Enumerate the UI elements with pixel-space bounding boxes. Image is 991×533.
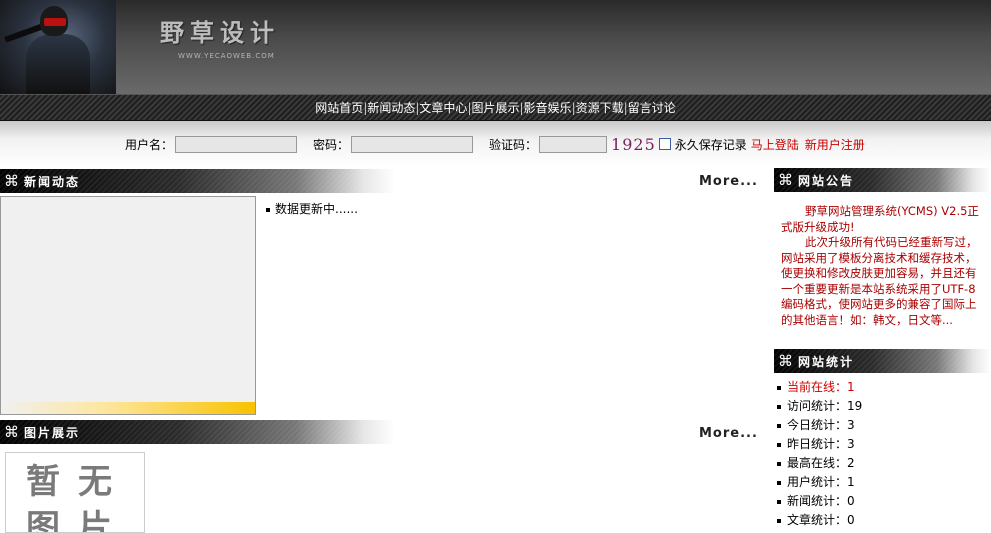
stat-label: 访问统计：19 [787,399,863,413]
remember-label: 永久保存记录 [674,137,747,152]
news-list: 数据更新中...... [266,200,358,217]
notice-paragraph: 此次升级所有代码已经重新写过，网站采用了模板分离技术和缓存技术，使更换和修改皮肤… [781,235,978,327]
news-image-panel [0,196,256,415]
stat-label: 用户统计：1 [787,475,855,489]
stat-row-visits: 访问统计：19 [777,397,862,416]
stat-row-peak: 最高在线：2 [777,454,862,473]
nav-downloads[interactable]: 资源下载 [576,99,624,116]
stat-row-news: 新闻统计：0 [777,492,862,511]
pictures-more-link[interactable]: More... [699,426,758,441]
stat-row-today: 今日统计：3 [777,416,862,435]
pictures-section-title: 图片展示 [24,426,81,440]
bullet-icon [777,423,781,428]
news-panel-gradient [1,402,255,414]
stat-label: 最高在线：2 [787,456,855,470]
nav-news[interactable]: 新闻动态 [367,99,415,116]
stats-section-header: ⌘ 网站统计 [774,349,991,373]
news-section-header: ⌘ 新闻动态 [0,169,395,193]
stat-row-articles: 文章统计：0 [777,511,862,530]
picture-placeholder-text: 暂无图片 [26,462,130,533]
login-link[interactable]: 马上登陆 [751,136,799,153]
notice-content: 野草网站管理系统(YCMS) V2.5正式版升级成功! 此次升级所有代码已经重新… [781,204,981,328]
notice-section-title: 网站公告 [798,174,855,188]
bullet-icon [777,499,781,504]
stat-row-users: 用户统计：1 [777,473,862,492]
list-item: 数据更新中...... [266,200,358,217]
news-item-text: 数据更新中...... [275,202,358,216]
command-key-icon: ⌘ [778,171,793,189]
stats-section-title: 网站统计 [798,355,855,369]
command-key-icon: ⌘ [4,423,19,441]
username-label: 用户名： [125,137,174,152]
bullet-icon [777,404,781,409]
bullet-icon [777,480,781,485]
password-input[interactable] [351,135,474,153]
captcha-image[interactable]: 1925 [611,135,656,154]
stats-list: 当前在线：1 访问统计：19 今日统计：3 昨日统计：3 最高在线：2 用户统计… [777,378,862,530]
stat-row-online: 当前在线：1 [777,378,862,397]
nav-media[interactable]: 影音娱乐 [524,99,572,116]
picture-placeholder[interactable]: 暂无图片 [5,452,145,533]
username-input[interactable] [175,135,298,153]
captcha-input[interactable] [539,135,608,153]
nav-pictures[interactable]: 图片展示 [471,99,519,116]
header-soldier-image [0,0,116,94]
captcha-label: 验证码： [489,137,538,152]
command-key-icon: ⌘ [778,352,793,370]
news-more-link[interactable]: More... [699,174,758,189]
bullet-icon [777,518,781,523]
notice-section-header: ⌘ 网站公告 [774,168,991,192]
notice-paragraph: 野草网站管理系统(YCMS) V2.5正式版升级成功! [781,204,979,234]
main-nav: 网站首页 | 新闻动态 | 文章中心 | 图片展示 | 影音娱乐 | 资源下载 … [0,94,991,121]
login-form: 用户名： 密码： 验证码： 1925 永久保存记录 马上登陆 新用户注册 [125,135,865,154]
site-header: 野草设计 WWW.YECAOWEB.COM [0,0,991,94]
bullet-icon [777,442,781,447]
pictures-section-header: ⌘ 图片展示 [0,420,395,444]
nav-guestbook[interactable]: 留言讨论 [628,99,676,116]
nav-articles[interactable]: 文章中心 [419,99,467,116]
figure-body-shape [26,34,90,94]
stat-label: 当前在线：1 [787,380,855,394]
bullet-icon [777,461,781,466]
stat-label: 昨日统计：3 [787,437,855,451]
password-label: 密码： [313,137,350,152]
bullet-icon [266,207,270,212]
figure-mask-shape [44,18,66,26]
register-link[interactable]: 新用户注册 [805,136,865,153]
bullet-icon [777,385,781,390]
stat-label: 今日统计：3 [787,418,855,432]
site-logo-url: WWW.YECAOWEB.COM [178,52,275,60]
stat-label: 文章统计：0 [787,513,855,527]
site-logo-title: 野草设计 [160,18,280,47]
remember-checkbox[interactable] [658,138,671,150]
nav-home[interactable]: 网站首页 [315,99,363,116]
stat-row-yesterday: 昨日统计：3 [777,435,862,454]
stat-label: 新闻统计：0 [787,494,855,508]
news-section-title: 新闻动态 [24,175,81,189]
command-key-icon: ⌘ [4,172,19,190]
